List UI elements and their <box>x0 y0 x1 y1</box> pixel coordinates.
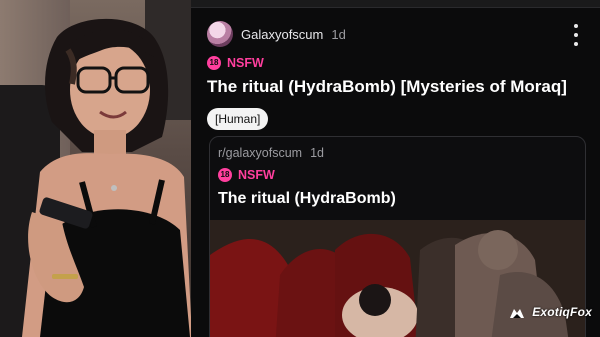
crosspost-image[interactable] <box>210 220 585 337</box>
dot <box>574 42 578 46</box>
streamer-figure <box>22 18 191 337</box>
post-feed: Galaxyofscum 1d 18 NSFW The ritual (Hydr… <box>191 0 600 337</box>
watermark-text: ExotiqFox <box>532 305 592 319</box>
nsfw-18-badge-icon: 18 <box>218 168 232 182</box>
fox-logo-icon <box>509 308 524 318</box>
author-name[interactable]: Galaxyofscum <box>241 27 323 42</box>
post-flair[interactable]: [Human] <box>207 108 269 130</box>
crosspost-nsfw-tag: 18 NSFW <box>218 168 275 182</box>
crosspost-meta: r/galaxyofscum 1d <box>218 146 324 160</box>
post-title[interactable]: The ritual (HydraBomb) [Mysteries of Mor… <box>207 77 587 97</box>
post-header: Galaxyofscum 1d <box>207 20 346 48</box>
crosspost-age: 1d <box>310 146 324 160</box>
more-options-icon[interactable] <box>570 24 582 46</box>
nsfw-label: NSFW <box>227 56 264 70</box>
nsfw-18-badge-icon: 18 <box>207 56 221 70</box>
crosspost-title[interactable]: The ritual (HydraBomb) <box>218 190 396 208</box>
post-age: 1d <box>331 26 346 42</box>
watermark: ExotiqFox <box>509 305 592 319</box>
webcam-video-panel <box>0 0 191 337</box>
top-bar <box>191 0 600 8</box>
dot <box>574 24 578 28</box>
dot <box>574 33 578 37</box>
author-avatar[interactable] <box>207 21 233 47</box>
nsfw-tag: 18 NSFW <box>207 56 264 70</box>
crosspost-subreddit[interactable]: r/galaxyofscum <box>218 146 302 160</box>
crosspost-nsfw-label: NSFW <box>238 168 275 182</box>
top-divider <box>191 7 600 8</box>
crosspost-image-art <box>210 220 585 337</box>
